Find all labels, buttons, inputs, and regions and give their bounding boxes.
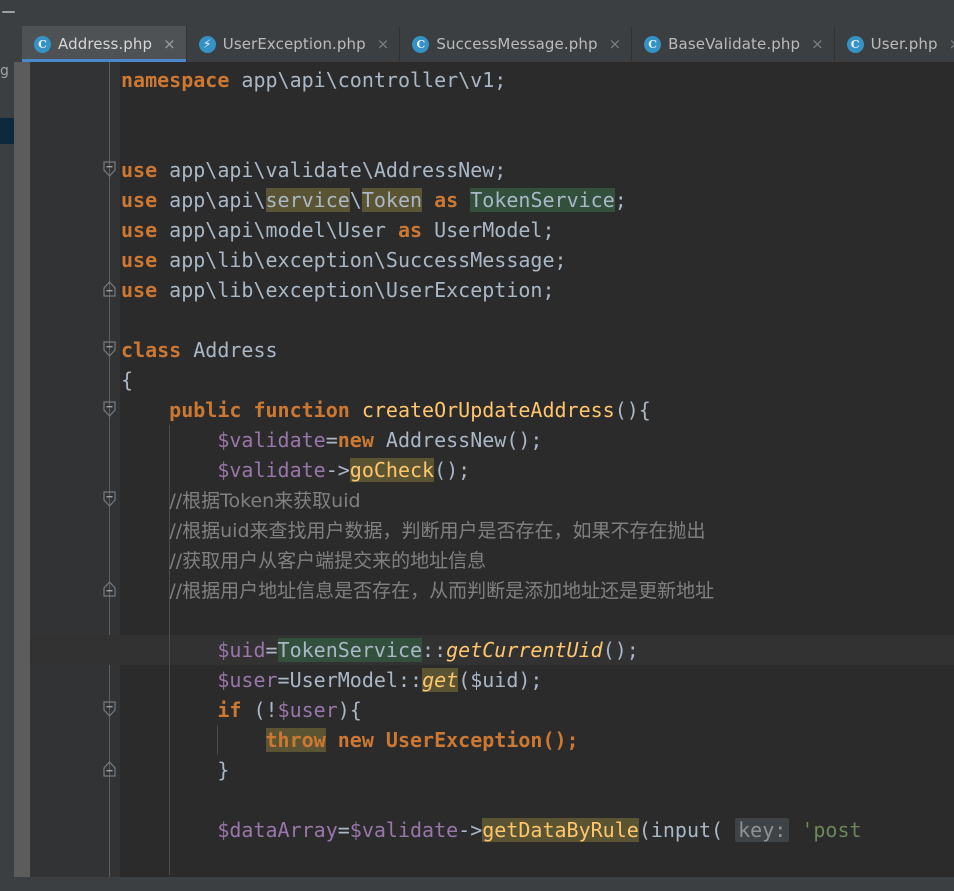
- indent-guide: [169, 785, 171, 815]
- editor-tab-user-php[interactable]: C User.php ×: [834, 26, 954, 62]
- tab-close-icon[interactable]: ×: [163, 36, 176, 52]
- code-line-26[interactable]: //根据用户地址信息是否存在，从而判断是添加地址还是更新地址: [121, 575, 714, 605]
- window-top-strip: [0, 0, 954, 26]
- indent-guide: [169, 605, 171, 635]
- editor-tab-label: Address.php: [58, 35, 153, 53]
- editor-tab-label: UserException.php: [222, 35, 366, 53]
- fold-marker-collapse-start[interactable]: [101, 401, 118, 418]
- current-line-highlight-gutter: [30, 635, 120, 665]
- php-class-icon: C: [644, 35, 662, 53]
- code-line-15[interactable]: use app\lib\exception\SuccessMessage;: [121, 245, 567, 275]
- code-line-34[interactable]: $dataArray=$validate->getDataByRule(inpu…: [121, 815, 862, 845]
- editor-area: g 91011121314151617181920212223242526272…: [0, 62, 954, 891]
- fold-marker-collapse-start[interactable]: [101, 701, 118, 718]
- code-line-14[interactable]: use app\api\model\User as UserModel;: [121, 215, 555, 245]
- tab-close-icon[interactable]: ×: [609, 36, 622, 52]
- editor-tab-label: BaseValidate.php: [668, 35, 801, 53]
- code-line-22[interactable]: $validate->goCheck();: [121, 455, 470, 485]
- left-tool-strip[interactable]: g: [0, 62, 14, 891]
- php-class-icon: C: [412, 35, 430, 53]
- editor-tab-address-php[interactable]: C Address.php ×: [22, 26, 187, 62]
- indent-guide: [169, 845, 171, 875]
- editor-tab-basevalidate-php[interactable]: C BaseValidate.php ×: [632, 26, 835, 62]
- code-line-18[interactable]: class Address: [121, 335, 278, 365]
- ide-window: C Address.php × ⚡ UserException.php × C Success…: [0, 0, 954, 891]
- code-line-32[interactable]: }: [121, 755, 229, 785]
- code-line-23[interactable]: //根据Token来获取uid: [121, 485, 360, 515]
- code-line-9[interactable]: namespace app\api\controller\v1;: [121, 65, 506, 95]
- code-line-29[interactable]: $user=UserModel::get($uid);: [121, 665, 542, 695]
- fold-marker-collapse-end[interactable]: [101, 581, 118, 598]
- code-line-24[interactable]: //根据uid来查找用户数据，判断用户是否存在，如果不存在抛出: [121, 515, 705, 545]
- code-line-21[interactable]: $validate=new AddressNew();: [121, 425, 542, 455]
- fold-marker-collapse-end[interactable]: [101, 281, 118, 298]
- php-exception-icon: ⚡: [198, 35, 216, 53]
- tab-close-icon[interactable]: ×: [811, 36, 824, 52]
- fold-marker-collapse-end[interactable]: [101, 761, 118, 778]
- fold-marker-collapse-start[interactable]: [101, 341, 118, 358]
- fold-marker-collapse-start[interactable]: [101, 491, 118, 508]
- fold-marker-collapse-start[interactable]: [101, 161, 118, 178]
- tool-strip-selected-indicator[interactable]: [0, 118, 14, 144]
- code-line-19[interactable]: {: [121, 365, 133, 395]
- tool-strip-label: g: [0, 63, 9, 79]
- code-line-30[interactable]: if (!$user){: [121, 695, 362, 725]
- editor-tab-label: User.php: [870, 35, 938, 53]
- minimize-dash-icon[interactable]: [2, 11, 15, 13]
- editor-tab-bar[interactable]: C Address.php × ⚡ UserException.php × C Success…: [22, 26, 954, 62]
- code-line-20[interactable]: public function createOrUpdateAddress(){: [121, 395, 651, 425]
- tab-close-icon[interactable]: ×: [949, 36, 954, 52]
- code-line-16[interactable]: use app\lib\exception\UserException;: [121, 275, 554, 305]
- php-class-icon: C: [34, 35, 51, 53]
- editor-marker-scrollbar[interactable]: [14, 62, 30, 891]
- code-line-28[interactable]: $uid=TokenService::getCurrentUid();: [121, 635, 639, 665]
- editor-tab-successmessage-php[interactable]: C SuccessMessage.php ×: [400, 26, 633, 62]
- code-line-12[interactable]: use app\api\validate\AddressNew;: [121, 155, 506, 185]
- editor-bottom-edge: [0, 877, 954, 891]
- code-line-25[interactable]: //获取用户从客户端提交来的地址信息: [121, 545, 486, 575]
- code-surface[interactable]: namespace app\api\controller\v1; use app\…: [120, 62, 954, 891]
- code-line-13[interactable]: use app\api\service\Token as TokenServic…: [121, 185, 627, 215]
- code-line-31[interactable]: throw new UserException();: [121, 725, 579, 755]
- editor-tab-userexception-php[interactable]: ⚡ UserException.php ×: [186, 26, 401, 62]
- php-class-icon: C: [846, 35, 864, 53]
- tab-close-icon[interactable]: ×: [377, 36, 390, 52]
- editor-tab-label: SuccessMessage.php: [436, 35, 598, 53]
